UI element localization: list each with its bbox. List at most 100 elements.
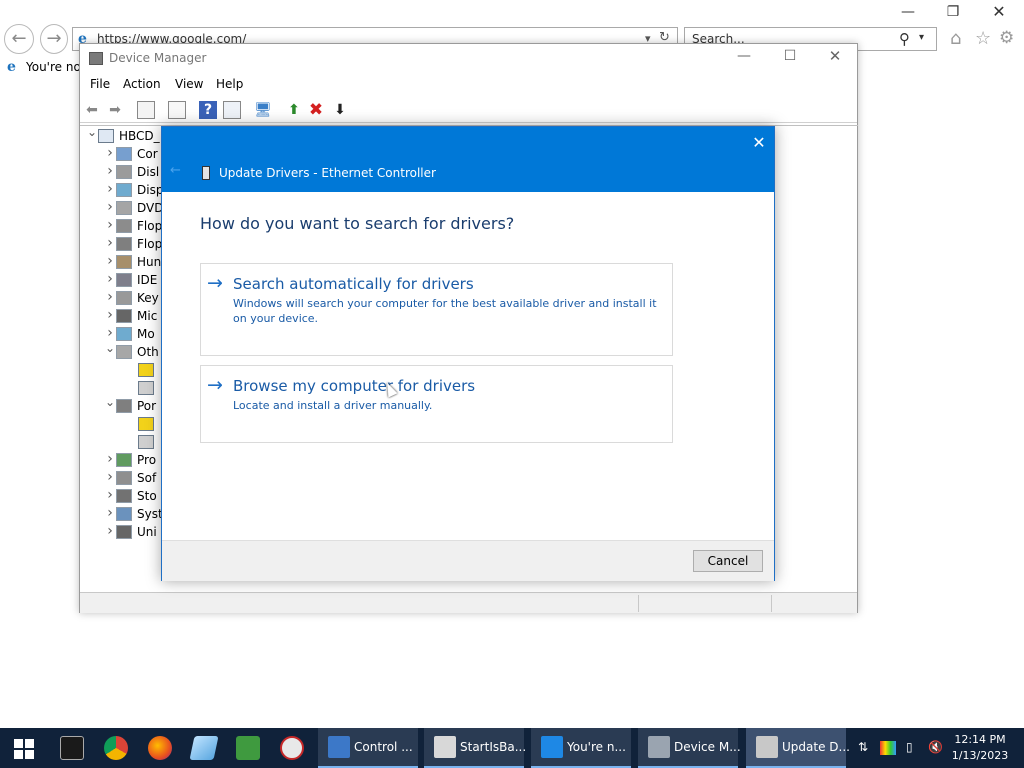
tree-item-label: Disp [137, 183, 164, 197]
taskbar-task-button[interactable]: Device M... [638, 728, 741, 768]
forward-icon[interactable]: → [40, 24, 68, 54]
home-icon[interactable]: ⌂ [950, 28, 961, 49]
back-arrow-icon[interactable]: ⬅ [83, 101, 101, 119]
ie-minimize-button[interactable]: — [893, 4, 923, 20]
device-category-icon [116, 255, 132, 269]
tree-item-label: Flop [137, 219, 163, 233]
clock[interactable]: 12:14 PM 1/13/2023 [943, 732, 1017, 764]
taskbar-task-button[interactable]: StartIsBa... [424, 728, 526, 768]
taskbar-task-button[interactable]: Update D... [746, 728, 850, 768]
command-prompt-icon[interactable] [60, 736, 84, 760]
ie-restore-button[interactable]: ❐ [938, 4, 968, 20]
taskbar-task-label: Update D... [782, 740, 850, 754]
tree-item-label: DVD [137, 201, 164, 215]
chevron-down-icon[interactable]: ⌄ [86, 125, 98, 139]
chevron-right-icon[interactable]: › [104, 505, 116, 521]
properties-icon[interactable] [168, 101, 186, 119]
settings-gear-icon[interactable]: ⚙ [999, 28, 1014, 48]
tree-item-label: Oth [137, 345, 159, 359]
option-title: Browse my computer for drivers [233, 377, 476, 395]
device-category-icon [116, 345, 132, 359]
scan-hardware-icon[interactable]: 🖥 [254, 101, 272, 119]
browser-tab[interactable]: e You're not [0, 56, 80, 78]
chevron-right-icon[interactable]: › [104, 271, 116, 287]
dm-maximize-button[interactable]: ☐ [772, 48, 808, 64]
notes-app-icon[interactable] [189, 736, 219, 760]
browser-tab-label: You're not [26, 60, 80, 74]
chevron-right-icon[interactable]: › [104, 487, 116, 503]
chevron-right-icon[interactable]: › [104, 163, 116, 179]
clock-time: 12:14 PM [954, 733, 1006, 746]
chevron-right-icon[interactable]: › [104, 217, 116, 233]
ie-tab-logo-icon: e [7, 59, 16, 75]
firefox-icon[interactable] [148, 736, 172, 760]
taskbar-task-button[interactable]: You're n... [531, 728, 631, 768]
chevron-right-icon[interactable]: › [104, 325, 116, 341]
status-divider [771, 595, 772, 612]
unknown-device-icon [138, 435, 154, 449]
dialog-close-button[interactable]: ✕ [748, 133, 770, 152]
display-tray-icon[interactable] [880, 741, 896, 755]
chevron-right-icon[interactable]: › [104, 253, 116, 269]
chevron-right-icon[interactable]: › [104, 199, 116, 215]
device-icon [756, 736, 778, 758]
view-resources-icon[interactable] [223, 101, 241, 119]
start-button[interactable] [0, 728, 48, 768]
dm-close-button[interactable]: ✕ [817, 47, 853, 65]
search-icon[interactable]: ⚲ [899, 30, 910, 48]
back-icon[interactable]: ← [4, 24, 34, 54]
search-automatically-option[interactable]: → Search automatically for drivers Windo… [200, 263, 673, 356]
forward-arrow-icon[interactable]: ➡ [106, 101, 124, 119]
chevron-right-icon[interactable]: › [104, 523, 116, 539]
ie-close-button[interactable]: ✕ [984, 2, 1014, 21]
taskbar-task-button[interactable]: Control ... [318, 728, 418, 768]
dialog-back-icon[interactable]: ← [170, 163, 181, 178]
menu-file[interactable]: File [90, 77, 110, 91]
chevron-down-icon[interactable]: ⌄ [104, 395, 116, 409]
update-drivers-dialog: ✕ ← Update Drivers - Ethernet Controller… [161, 126, 775, 581]
update-driver-icon[interactable]: ⬆ [285, 101, 303, 119]
chrome-icon[interactable] [104, 736, 128, 760]
device-manager-titlebar[interactable]: Device Manager — ☐ ✕ [80, 44, 857, 74]
tree-item-label: Syst [137, 507, 163, 521]
volume-muted-icon[interactable]: 🔇 [928, 740, 943, 754]
control-panel-icon [328, 736, 350, 758]
chevron-right-icon[interactable]: › [104, 235, 116, 251]
chevron-right-icon[interactable]: › [104, 289, 116, 305]
cancel-button[interactable]: Cancel [693, 550, 763, 572]
tree-item-label: Disl [137, 165, 160, 179]
uninstall-device-icon[interactable]: ✖ [307, 101, 325, 119]
usb-tray-icon[interactable]: ▯ [906, 740, 913, 754]
device-category-icon [116, 219, 132, 233]
option-title: Search automatically for drivers [233, 275, 474, 293]
search-dropdown-icon[interactable]: ▾ [919, 32, 924, 43]
network-tray-icon[interactable]: ⇅ [858, 740, 868, 754]
chevron-right-icon[interactable]: › [104, 181, 116, 197]
windows-logo-pane [25, 739, 34, 748]
chevron-right-icon[interactable]: › [104, 145, 116, 161]
menu-help[interactable]: Help [216, 77, 243, 91]
chevron-right-icon[interactable]: › [104, 469, 116, 485]
dialog-title: Update Drivers - Ethernet Controller [219, 166, 436, 180]
tree-item-label: Cor [137, 147, 158, 161]
help-icon[interactable]: ? [199, 101, 217, 119]
menu-view[interactable]: View [175, 77, 203, 91]
remote-tool-icon[interactable] [280, 736, 304, 760]
device-category-icon [116, 237, 132, 251]
menu-action[interactable]: Action [123, 77, 161, 91]
browse-computer-option[interactable]: → Browse my computer for drivers Locate … [200, 365, 673, 443]
properties-view-icon[interactable] [137, 101, 155, 119]
favorites-star-icon[interactable]: ☆ [975, 28, 991, 49]
dialog-header: ✕ ← Update Drivers - Ethernet Controller [162, 127, 774, 192]
device-category-icon [98, 129, 114, 143]
tree-item-label: Key [137, 291, 159, 305]
dm-minimize-button[interactable]: — [726, 48, 762, 64]
chevron-down-icon[interactable]: ⌄ [104, 341, 116, 355]
clock-date: 1/13/2023 [951, 749, 1009, 762]
disable-device-icon[interactable]: ⬇ [331, 101, 349, 119]
taskbar: Control ... StartIsBa... You're n... Device… [0, 728, 1024, 768]
device-category-icon [116, 525, 132, 539]
chevron-right-icon[interactable]: › [104, 451, 116, 467]
chevron-right-icon[interactable]: › [104, 307, 116, 323]
spreadsheet-app-icon[interactable] [236, 736, 260, 760]
